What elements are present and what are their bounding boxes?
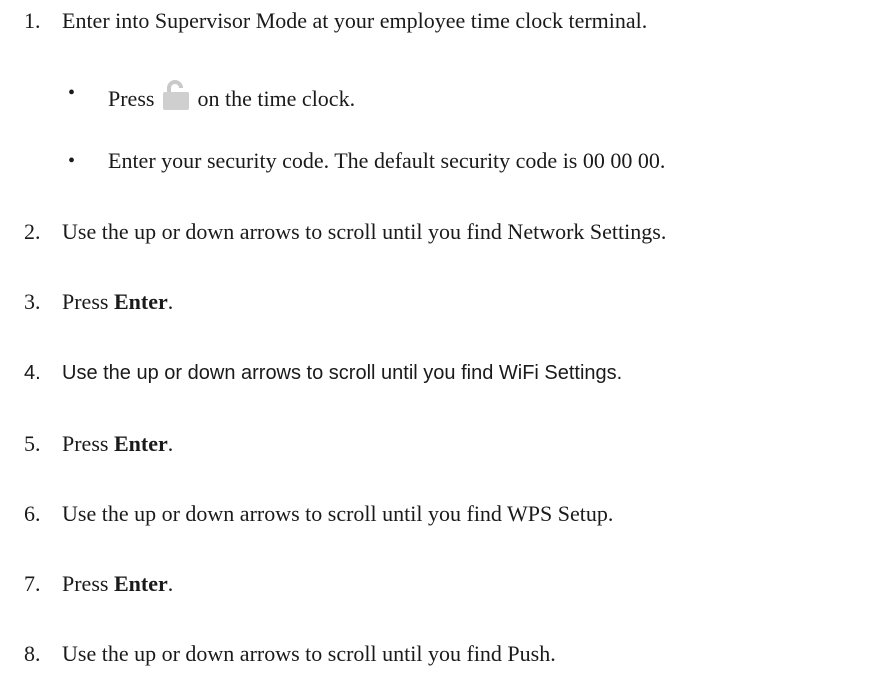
substep-text: Enter your security code. The default se…: [108, 148, 666, 173]
enter-key-label: Enter: [113, 289, 168, 314]
step-suffix: .: [167, 289, 174, 314]
step-text: Use the up or down arrows to scroll unti…: [62, 641, 556, 666]
step-number: 6.: [24, 501, 41, 526]
step-number: 5.: [24, 431, 41, 456]
bullet-marker: •: [68, 82, 76, 104]
step-number: 2.: [24, 219, 41, 244]
step-prefix: Press: [62, 431, 114, 456]
step-number: 7.: [24, 571, 41, 596]
step-text: Use the up or down arrows to scroll unti…: [62, 501, 614, 526]
bullet-marker: •: [68, 150, 76, 172]
step-number: 3.: [24, 289, 41, 314]
step-suffix: .: [167, 431, 174, 456]
enter-key-label: Enter: [113, 571, 168, 596]
step-text: Press Enter.: [62, 289, 173, 315]
enter-key-label: Enter: [113, 431, 168, 456]
step-text: Press Enter.: [62, 571, 173, 597]
step-number: 4.: [24, 362, 41, 384]
step-text: Enter into Supervisor Mode at your emplo…: [62, 8, 648, 33]
substep-suffix: on the time clock.: [191, 86, 356, 111]
step-text: Use the up or down arrows to scroll unti…: [62, 219, 667, 244]
step-suffix: .: [167, 571, 174, 596]
step-number: 8.: [24, 641, 41, 666]
step-text: Press Enter.: [62, 431, 173, 457]
step-prefix: Press: [62, 289, 114, 314]
lock-icon: [162, 80, 190, 110]
step-text: Use the up or down arrows to scroll unti…: [62, 362, 623, 384]
substep-text: Press on the time clock.: [108, 80, 355, 112]
step-prefix: Press: [62, 571, 114, 596]
step-number: 1.: [24, 8, 41, 33]
substep-prefix: Press: [108, 86, 160, 111]
instructions-document: 1. Enter into Supervisor Mode at your em…: [0, 0, 896, 685]
